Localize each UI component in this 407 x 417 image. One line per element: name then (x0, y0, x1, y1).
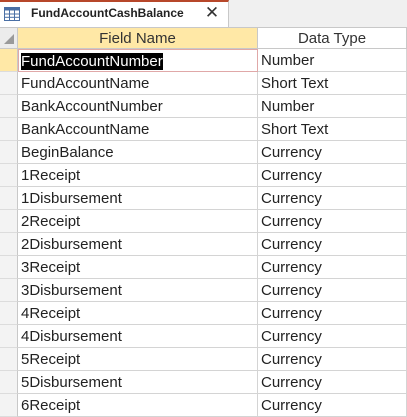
grid-rows: FundAccountNumber Number FundAccountName Sh… (0, 49, 407, 417)
table-row[interactable]: 1Receipt Currency (0, 164, 407, 187)
data-type-cell[interactable]: Currency (258, 394, 407, 417)
data-type-cell[interactable]: Currency (258, 279, 407, 302)
field-name-cell[interactable]: 2Disbursement (18, 233, 258, 256)
field-name-cell[interactable]: BankAccountName (18, 118, 258, 141)
table-design-grid: Field Name Data Type FundAccountNumber Nu… (0, 28, 407, 417)
field-name-cell[interactable]: 3Receipt (18, 256, 258, 279)
document-tab[interactable]: FundAccountCashBalance ✕ (0, 0, 229, 27)
table-row[interactable]: 5Disbursement Currency (0, 371, 407, 394)
row-selector[interactable] (0, 325, 18, 348)
data-type-cell[interactable]: Short Text (258, 118, 407, 141)
field-name-cell[interactable]: 5Receipt (18, 348, 258, 371)
table-row[interactable]: BeginBalance Currency (0, 141, 407, 164)
row-selector[interactable] (0, 187, 18, 210)
table-row[interactable]: 5Receipt Currency (0, 348, 407, 371)
table-row[interactable]: FundAccountNumber Number (0, 49, 407, 72)
data-type-cell[interactable]: Number (258, 95, 407, 118)
select-all-corner[interactable] (0, 28, 18, 49)
tab-title: FundAccountCashBalance (31, 6, 184, 20)
field-name-cell[interactable]: 4Receipt (18, 302, 258, 325)
data-type-cell[interactable]: Short Text (258, 72, 407, 95)
table-row[interactable]: BankAccountName Short Text (0, 118, 407, 141)
row-selector[interactable] (0, 49, 18, 72)
field-name-cell[interactable]: BankAccountNumber (18, 95, 258, 118)
data-type-cell[interactable]: Currency (258, 371, 407, 394)
table-row[interactable]: BankAccountNumber Number (0, 95, 407, 118)
data-type-header[interactable]: Data Type (258, 28, 407, 49)
row-selector[interactable] (0, 279, 18, 302)
table-row[interactable]: 2Receipt Currency (0, 210, 407, 233)
field-name-cell[interactable]: 3Disbursement (18, 279, 258, 302)
grid-header-row: Field Name Data Type (0, 28, 407, 49)
data-type-cell[interactable]: Currency (258, 164, 407, 187)
data-type-cell[interactable]: Currency (258, 141, 407, 164)
field-name-cell[interactable]: FundAccountName (18, 72, 258, 95)
row-selector[interactable] (0, 141, 18, 164)
selected-text: FundAccountNumber (21, 53, 163, 70)
row-selector[interactable] (0, 302, 18, 325)
table-row[interactable]: 3Disbursement Currency (0, 279, 407, 302)
field-name-cell[interactable]: 2Receipt (18, 210, 258, 233)
data-type-cell[interactable]: Currency (258, 256, 407, 279)
table-row[interactable]: 3Receipt Currency (0, 256, 407, 279)
table-icon (4, 7, 20, 21)
table-row[interactable]: 4Disbursement Currency (0, 325, 407, 348)
data-type-cell[interactable]: Currency (258, 325, 407, 348)
row-selector[interactable] (0, 118, 18, 141)
table-row[interactable]: 4Receipt Currency (0, 302, 407, 325)
field-name-cell[interactable]: 4Disbursement (18, 325, 258, 348)
field-name-cell[interactable]: 6Receipt (18, 394, 258, 417)
row-selector[interactable] (0, 164, 18, 187)
data-type-cell[interactable]: Currency (258, 233, 407, 256)
row-selector[interactable] (0, 348, 18, 371)
field-name-cell[interactable]: 1Disbursement (18, 187, 258, 210)
row-selector[interactable] (0, 256, 18, 279)
row-selector[interactable] (0, 371, 18, 394)
data-type-cell[interactable]: Currency (258, 210, 407, 233)
row-selector[interactable] (0, 210, 18, 233)
close-icon[interactable]: ✕ (203, 3, 221, 23)
corner-triangle-icon (4, 34, 14, 44)
field-name-header[interactable]: Field Name (18, 28, 258, 49)
data-type-cell[interactable]: Number (258, 49, 407, 72)
table-row[interactable]: 6Receipt Currency (0, 394, 407, 417)
row-selector[interactable] (0, 72, 18, 95)
row-selector[interactable] (0, 233, 18, 256)
field-name-cell[interactable]: 5Disbursement (18, 371, 258, 394)
data-type-cell[interactable]: Currency (258, 187, 407, 210)
field-name-cell[interactable]: FundAccountNumber (18, 49, 258, 72)
row-selector[interactable] (0, 95, 18, 118)
row-selector[interactable] (0, 394, 18, 417)
table-row[interactable]: FundAccountName Short Text (0, 72, 407, 95)
data-type-cell[interactable]: Currency (258, 348, 407, 371)
field-name-cell[interactable]: BeginBalance (18, 141, 258, 164)
document-tab-bar: FundAccountCashBalance ✕ (0, 0, 407, 28)
table-row[interactable]: 1Disbursement Currency (0, 187, 407, 210)
field-name-cell[interactable]: 1Receipt (18, 164, 258, 187)
table-row[interactable]: 2Disbursement Currency (0, 233, 407, 256)
data-type-cell[interactable]: Currency (258, 302, 407, 325)
